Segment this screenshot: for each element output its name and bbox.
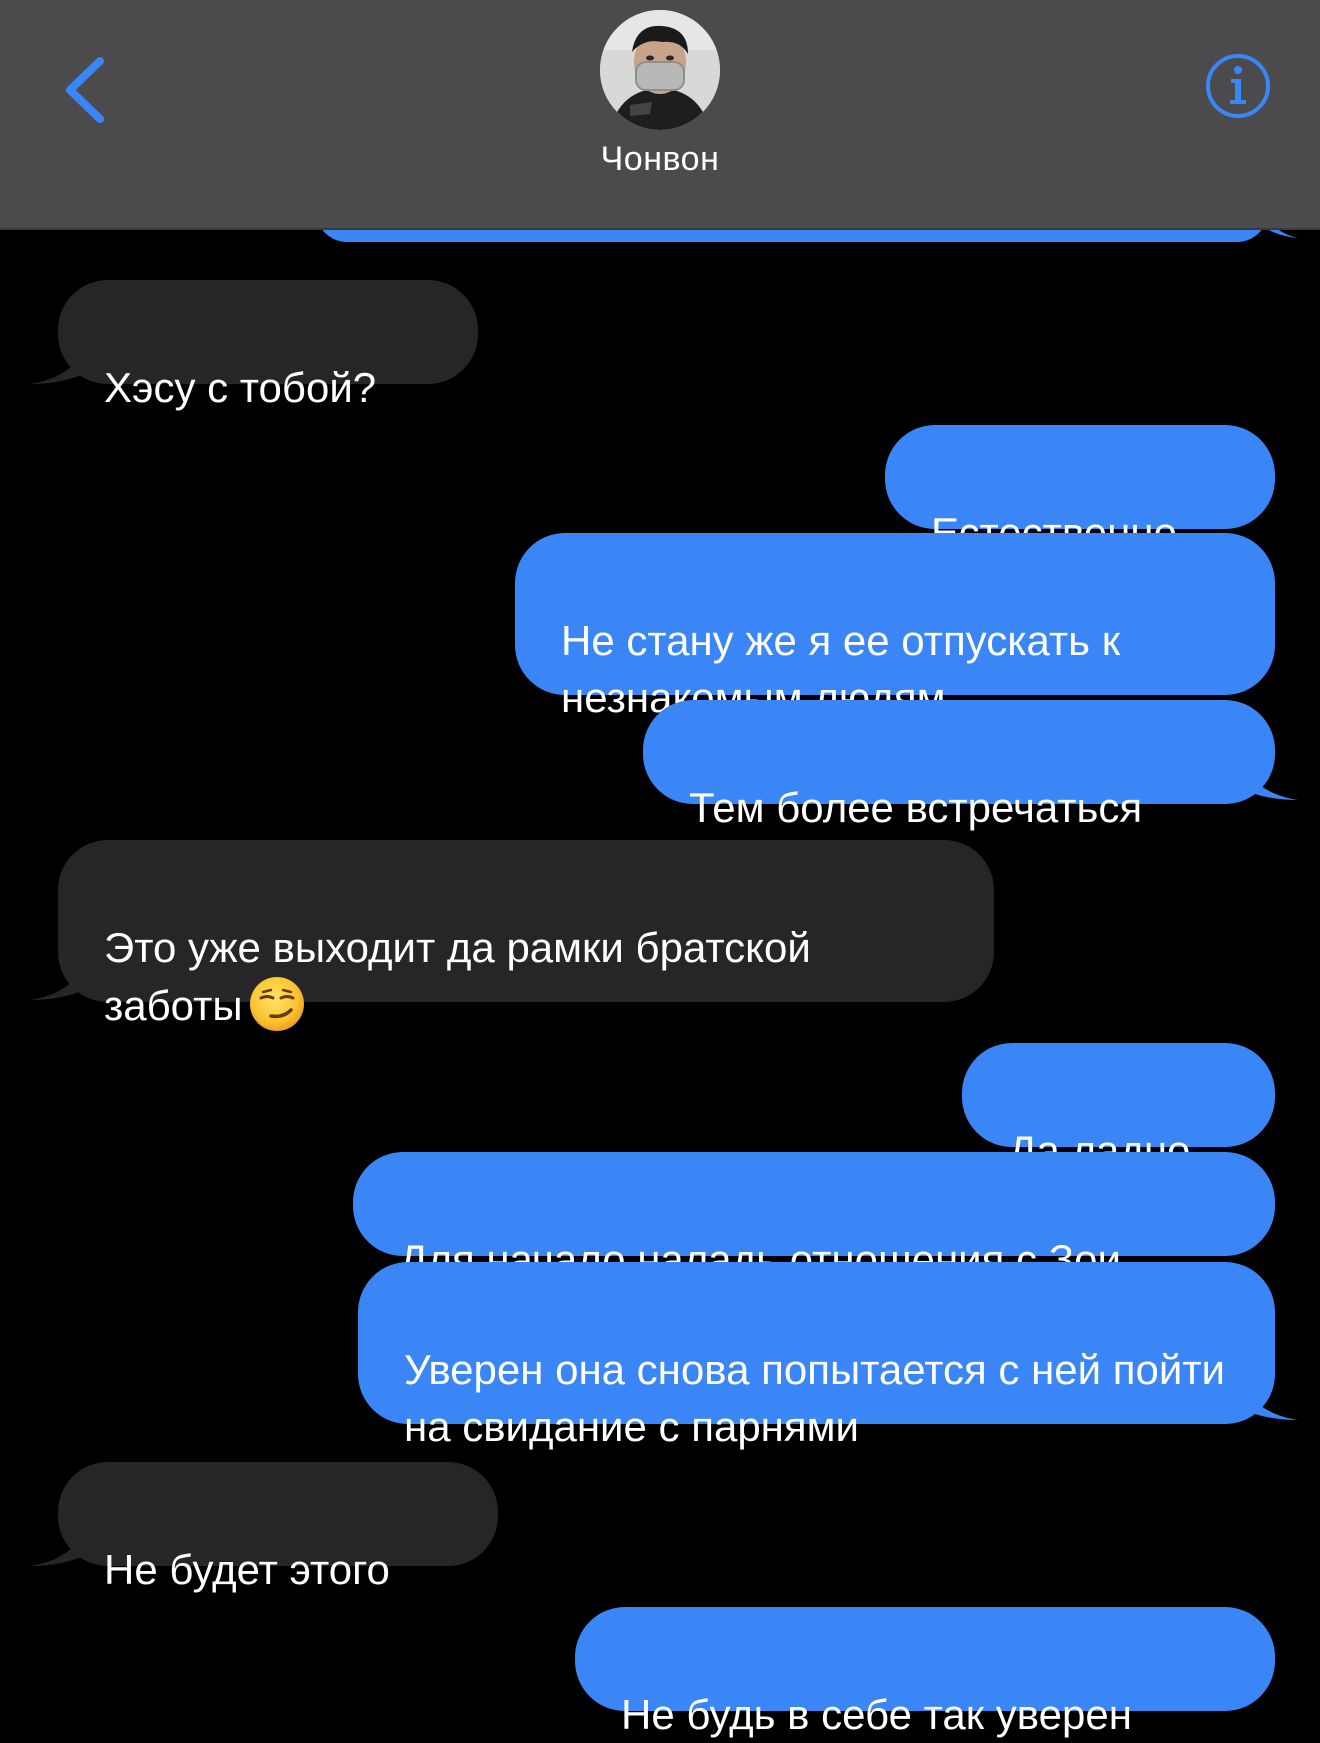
chevron-left-icon — [66, 57, 104, 123]
info-icon — [1206, 54, 1270, 118]
bubble-tail — [30, 1532, 88, 1566]
message-text: Хэсу с тобой? — [104, 364, 377, 411]
bubble-tail — [1240, 766, 1298, 800]
message-bubble-incoming[interactable]: Это уже выходит да рамки братской заботы — [58, 840, 994, 1031]
message-text: Не будет этого — [104, 1546, 390, 1593]
message-bubble-outgoing[interactable]: Не будь в себе так уверен — [575, 1607, 1275, 1738]
contact-name[interactable]: Чонвон — [460, 140, 860, 179]
back-button[interactable] — [44, 40, 124, 140]
message-bubble-outgoing[interactable]: Не стану же я ее отпускать к незнакомым … — [515, 533, 1275, 721]
info-button[interactable] — [1204, 52, 1272, 120]
message-thread: Хэсу с тобой? Естественно Не стану же я … — [0, 0, 1320, 1738]
message-bubble-incoming[interactable]: Хэсу с тобой? — [58, 280, 478, 411]
message-text: Не будь в себе так уверен — [621, 1691, 1132, 1738]
message-text: Тем более встречаться — [689, 784, 1143, 831]
message-text: Это уже выходит да рамки братской заботы — [104, 924, 811, 1029]
conversation-header: Чонвон — [0, 0, 1320, 230]
message-bubble-incoming[interactable]: Не будет этого — [58, 1462, 498, 1593]
bubble-tail — [30, 350, 88, 384]
message-text: Уверен она снова попытается с ней пойти … — [404, 1346, 1226, 1450]
smirking-face-icon — [249, 977, 304, 1031]
message-bubble-outgoing[interactable]: Для начало наладь отношения с Зои — [353, 1152, 1275, 1283]
message-bubble-outgoing[interactable]: Уверен она снова попытается с ней пойти … — [358, 1262, 1275, 1450]
avatar-image — [600, 10, 720, 130]
message-bubble-outgoing[interactable]: Естественно — [885, 425, 1275, 556]
message-bubble-outgoing[interactable]: Да ладно — [962, 1043, 1275, 1174]
bubble-tail — [1240, 1386, 1298, 1420]
bubble-tail — [30, 966, 88, 1000]
message-bubble-outgoing[interactable]: Тем более встречаться — [643, 700, 1275, 831]
contact-avatar[interactable] — [600, 10, 720, 130]
